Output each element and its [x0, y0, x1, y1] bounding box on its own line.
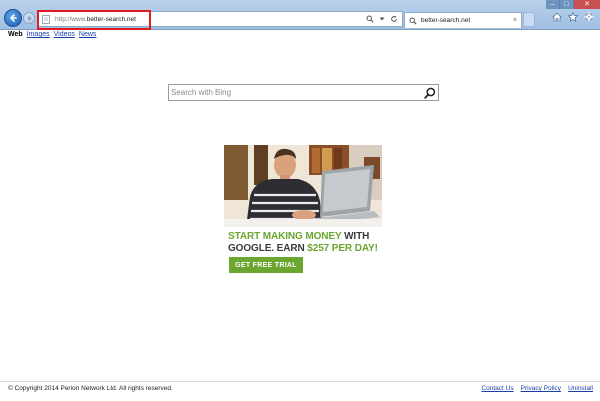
arrow-right-icon — [26, 15, 32, 21]
privacy-policy-link[interactable]: Privacy Policy — [521, 385, 561, 392]
arrow-left-icon — [9, 14, 17, 22]
ad-headline[interactable]: START MAKING MONEY WITH GOOGLE. EARN $25… — [228, 231, 382, 254]
uninstall-link[interactable]: Uninstall — [568, 385, 593, 392]
minimize-button[interactable]: – — [546, 0, 560, 9]
address-bar[interactable]: http://www.better-search.net — [38, 11, 403, 27]
search-box — [168, 84, 439, 101]
window-controls: – □ ✕ — [546, 0, 600, 9]
ad-headline-green-2: $257 PER DAY! — [307, 242, 378, 254]
search-button[interactable] — [422, 85, 438, 100]
gear-icon[interactable] — [584, 12, 594, 22]
browser-toolbar: – □ ✕ http://www.better-search.net bette… — [0, 0, 600, 30]
ad-headline-green-1: START MAKING MONEY — [228, 231, 342, 242]
footer-links: Contact Us Privacy Policy Uninstall — [481, 385, 593, 392]
maximize-button[interactable]: □ — [560, 0, 574, 9]
star-icon[interactable] — [568, 12, 578, 22]
magnifier-icon[interactable] — [366, 15, 374, 23]
nav-web[interactable]: Web — [8, 31, 23, 38]
search-input[interactable] — [169, 85, 422, 100]
tab-title: better-search.net — [421, 17, 471, 24]
address-host: better-search.net — [86, 15, 136, 23]
ad-headline-rest-1: WITH — [341, 231, 370, 242]
contact-us-link[interactable]: Contact Us — [481, 385, 513, 392]
footer-divider — [0, 381, 600, 382]
refresh-icon[interactable] — [390, 15, 398, 23]
ad-photo[interactable] — [224, 145, 382, 227]
back-button[interactable] — [4, 9, 22, 27]
nav-videos[interactable]: Videos — [54, 31, 75, 38]
address-text[interactable]: http://www.better-search.net — [55, 16, 366, 23]
address-scheme: http://www. — [55, 15, 87, 23]
search-page-icon — [409, 16, 417, 25]
nav-images[interactable]: Images — [27, 31, 50, 38]
dropdown-icon[interactable] — [378, 15, 386, 23]
home-icon[interactable] — [552, 12, 562, 22]
tab-better-search[interactable]: better-search.net × — [404, 12, 522, 28]
nav-news[interactable]: News — [79, 31, 97, 38]
tab-close-button[interactable]: × — [513, 17, 517, 24]
search-nav: Web Images Videos News — [8, 31, 96, 38]
magnifier-icon — [424, 87, 436, 99]
ad-headline-start-2: GOOGLE. EARN — [228, 242, 308, 254]
get-free-trial-button[interactable]: GET FREE TRIAL — [229, 257, 303, 273]
man-with-laptop-image — [224, 145, 382, 227]
new-tab-button[interactable] — [523, 12, 535, 27]
page-icon — [42, 14, 51, 24]
close-window-button[interactable]: ✕ — [574, 0, 600, 9]
advertisement[interactable]: START MAKING MONEY WITH GOOGLE. EARN $25… — [224, 145, 382, 274]
forward-button[interactable] — [23, 12, 35, 24]
copyright-text: © Copyright 2014 Perion Network Ltd. All… — [8, 385, 173, 392]
